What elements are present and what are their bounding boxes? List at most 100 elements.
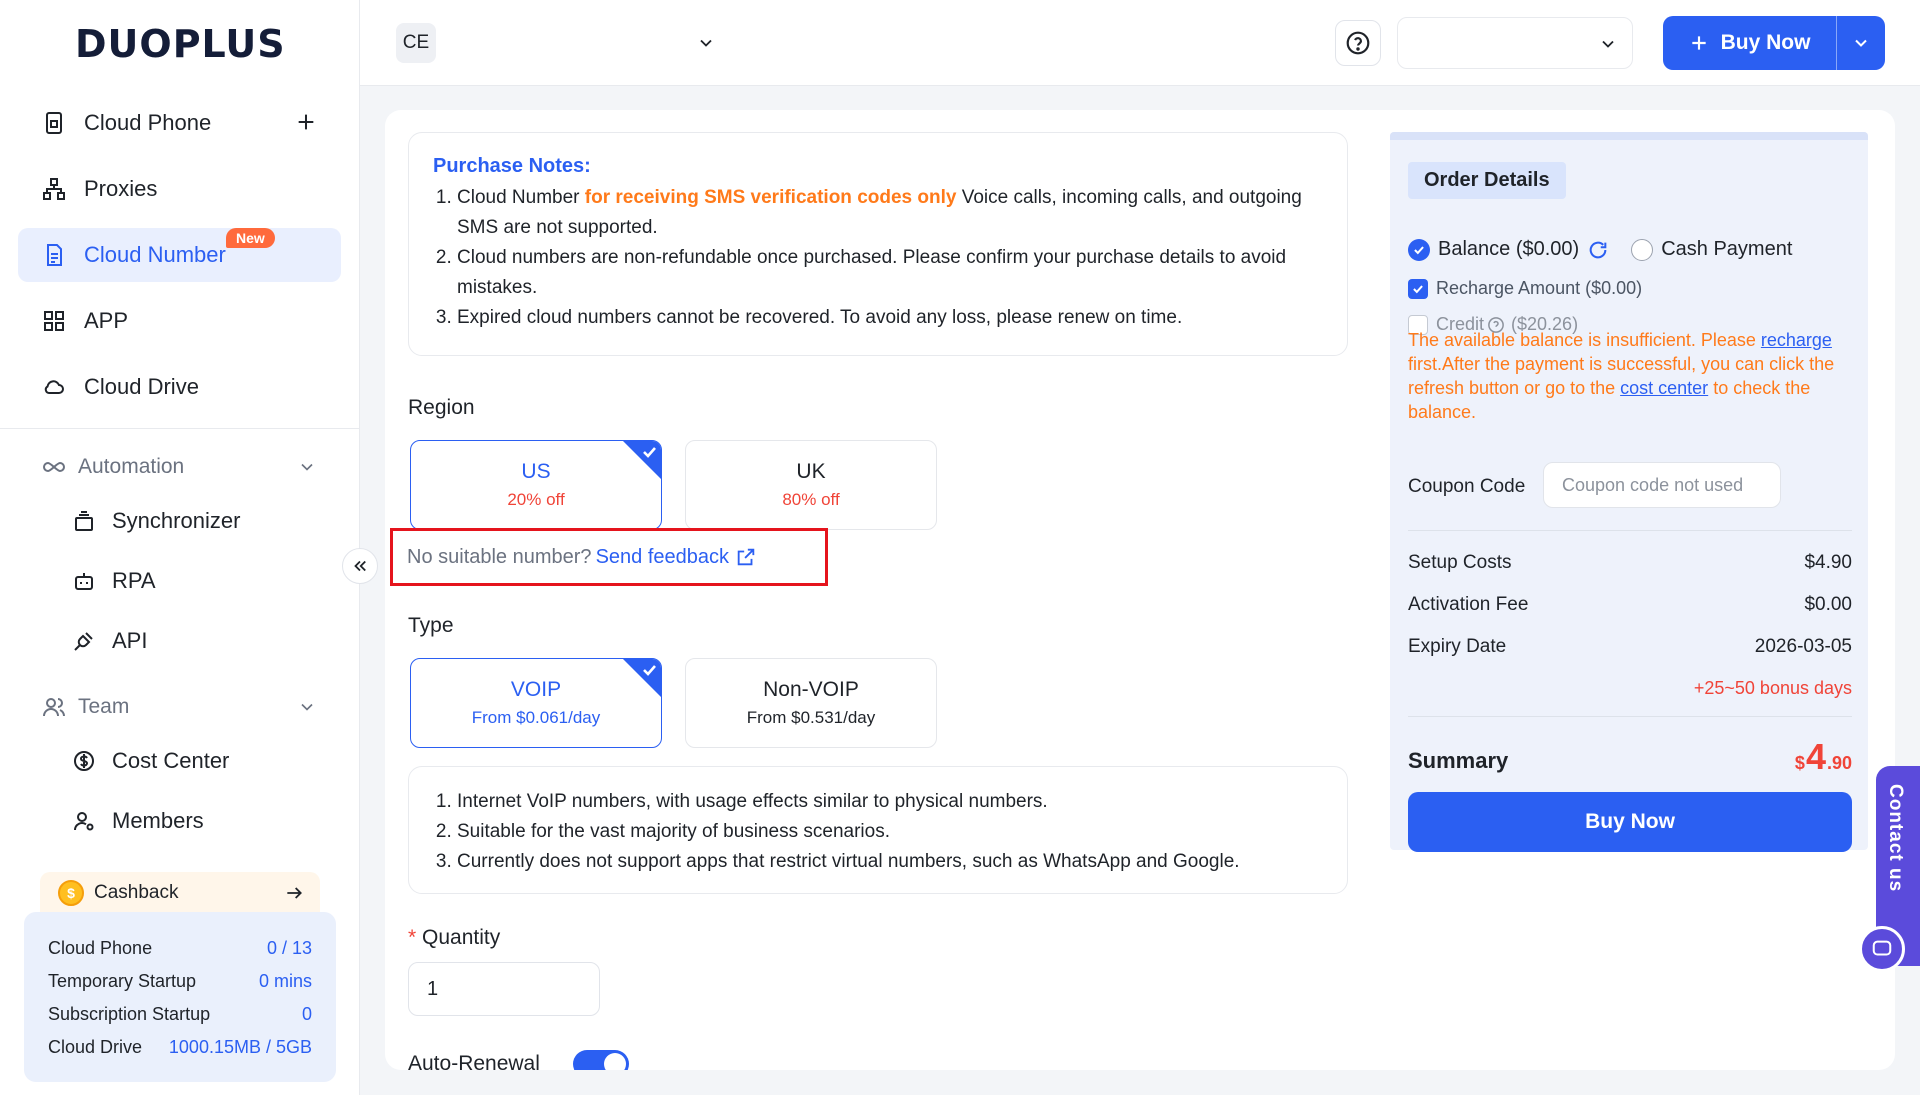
checkbox-checked-icon	[1408, 278, 1428, 299]
region-label: Region	[408, 396, 475, 419]
summary-currency: $	[1794, 753, 1805, 773]
sidebar-item-api[interactable]: API	[48, 616, 338, 666]
note-text: Cloud Number	[457, 187, 585, 208]
region-option-us[interactable]: US 20% off	[410, 440, 662, 530]
users-icon	[43, 698, 65, 717]
buy-now-main[interactable]: Buy Now	[1663, 16, 1836, 70]
refresh-icon[interactable]	[1587, 239, 1609, 261]
sidebar-item-synchronizer[interactable]: Synchronizer	[48, 496, 338, 546]
group-label: Team	[78, 695, 130, 718]
feedback-prompt: No suitable number? Send feedback	[390, 528, 828, 586]
sidebar-item-cloud-drive[interactable]: Cloud Drive	[18, 360, 341, 414]
balance-option[interactable]: Balance ($0.00) Cash Payment	[1408, 238, 1792, 261]
recharge-link[interactable]: recharge	[1761, 330, 1832, 350]
sidebar-item-members[interactable]: Members	[48, 796, 338, 846]
coupon-label: Coupon Code	[1408, 476, 1526, 497]
insufficient-balance-warning: The available balance is insufficient. P…	[1408, 328, 1856, 424]
expiry-value: 2026-03-05	[1754, 636, 1852, 657]
type-name: VOIP	[510, 678, 562, 701]
sim-icon	[47, 244, 62, 266]
selected-check-icon	[623, 441, 661, 479]
sidebar-item-proxies[interactable]: Proxies	[18, 162, 341, 216]
sidebar-group-team[interactable]: Team	[18, 682, 341, 732]
cashback-banner[interactable]: $ Cashback	[40, 872, 320, 914]
sidebar-item-label: Cost Center	[112, 748, 230, 773]
setup-costs-row: Setup Costs $4.90	[1408, 552, 1852, 574]
sidebar-item-label: Cloud Phone	[84, 110, 212, 135]
order-details-title: Order Details	[1408, 162, 1566, 199]
summary-total: $ 4 .90	[1795, 736, 1852, 778]
robot-icon	[75, 573, 93, 590]
workspace-select[interactable]: CE	[396, 23, 716, 63]
chat-bubble-button[interactable]	[1859, 926, 1905, 972]
coupon-input[interactable]: Coupon code not used	[1543, 462, 1781, 508]
activation-fee-row: Activation Fee $0.00	[1408, 594, 1852, 616]
cost-center-link[interactable]: cost center	[1620, 378, 1708, 398]
top-header: CE Buy Now	[360, 0, 1920, 86]
member-icon	[74, 812, 94, 831]
sidebar-item-app[interactable]: APP	[18, 294, 341, 348]
quantity-label-wrap: * Quantity	[408, 926, 500, 950]
quantity-input[interactable]: 1	[408, 962, 600, 1016]
sidebar-group-automation[interactable]: Automation	[18, 442, 341, 492]
usage-row: Cloud Phone 0 / 13	[48, 938, 312, 971]
notes-list: Cloud Number for receiving SMS verificat…	[433, 183, 1323, 333]
usage-label: Subscription Startup	[48, 1004, 211, 1024]
type-option-voip[interactable]: VOIP From $0.061/day	[410, 658, 662, 748]
region-option-uk[interactable]: UK 80% off	[685, 440, 937, 530]
buy-now-dropdown[interactable]	[1837, 16, 1885, 70]
usage-label: Cloud Drive	[48, 1037, 143, 1057]
feedback-link-label: Send feedback	[595, 545, 729, 568]
buy-now-button[interactable]: Buy Now	[1408, 792, 1852, 852]
sidebar-item-rpa[interactable]: RPA	[48, 556, 338, 606]
type-name: Non-VOIP	[763, 678, 859, 701]
purchase-notes: Purchase Notes: Cloud Number for receivi…	[408, 132, 1348, 356]
usage-label: Cloud Phone	[48, 938, 153, 958]
usage-value: 0 / 13	[266, 938, 312, 958]
purchase-content: Purchase Notes: Cloud Number for receivi…	[385, 110, 1895, 1070]
recharge-option[interactable]: Recharge Amount ($0.00)	[1408, 278, 1642, 299]
sidebar-divider	[0, 428, 359, 429]
note-highlight: for receiving SMS verification codes onl…	[584, 187, 957, 208]
external-link-icon	[737, 548, 755, 566]
type-description: Internet VoIP numbers, with usage effect…	[408, 766, 1348, 894]
plug-icon	[74, 632, 93, 651]
panel-top-bar	[1390, 132, 1868, 140]
sidebar-item-label: Synchronizer	[112, 508, 241, 533]
type-label: Type	[408, 614, 454, 637]
sidebar-item-cost-center[interactable]: Cost Center	[48, 736, 338, 786]
sidebar-item-cloud-number[interactable]: Cloud Number New	[18, 228, 341, 282]
duoplus-logo[interactable]: DUOPLUS	[75, 22, 286, 66]
sidebar-item-label: RPA	[112, 568, 156, 593]
auto-renewal-label: Auto-Renewal	[408, 1052, 540, 1070]
region-discount: 20% off	[507, 490, 565, 509]
notes-title: Purchase Notes:	[433, 155, 591, 177]
sidebar-item-cloud-phone[interactable]: Cloud Phone	[18, 96, 341, 150]
add-cloud-phone-icon[interactable]	[295, 111, 317, 133]
coin-icon: $	[58, 880, 84, 906]
logo-text: DUOPLUS	[75, 22, 286, 66]
warn-text: The available balance is insufficient. P…	[1408, 330, 1761, 350]
note-item: Cloud Number for receiving SMS verificat…	[457, 183, 1323, 243]
type-desc-item: Suitable for the vast majority of busine…	[457, 817, 1323, 847]
phone-icon	[46, 112, 62, 134]
new-badge: New	[226, 228, 275, 248]
cashback-label: Cashback	[94, 882, 179, 903]
chat-icon	[1872, 940, 1892, 956]
chevron-down-icon	[700, 39, 712, 47]
usage-row: Subscription Startup 0	[48, 1004, 312, 1037]
help-button[interactable]	[1335, 20, 1381, 66]
type-option-non-voip[interactable]: Non-VOIP From $0.531/day	[685, 658, 937, 748]
buy-now-header-button[interactable]: Buy Now	[1663, 16, 1885, 70]
divider	[1408, 716, 1852, 717]
activation-fee-value: $0.00	[1804, 594, 1852, 615]
account-select[interactable]	[1397, 17, 1633, 69]
stack-icon	[75, 511, 93, 531]
collapse-sidebar-button[interactable]	[342, 548, 378, 584]
summary-integer: 4	[1805, 736, 1826, 777]
auto-renewal-toggle[interactable]	[573, 1050, 629, 1070]
activation-fee-label: Activation Fee	[1408, 594, 1529, 615]
usage-value: 0 mins	[258, 971, 312, 991]
send-feedback-link[interactable]: Send feedback	[596, 546, 757, 569]
cash-payment-radio[interactable]	[1631, 238, 1654, 261]
